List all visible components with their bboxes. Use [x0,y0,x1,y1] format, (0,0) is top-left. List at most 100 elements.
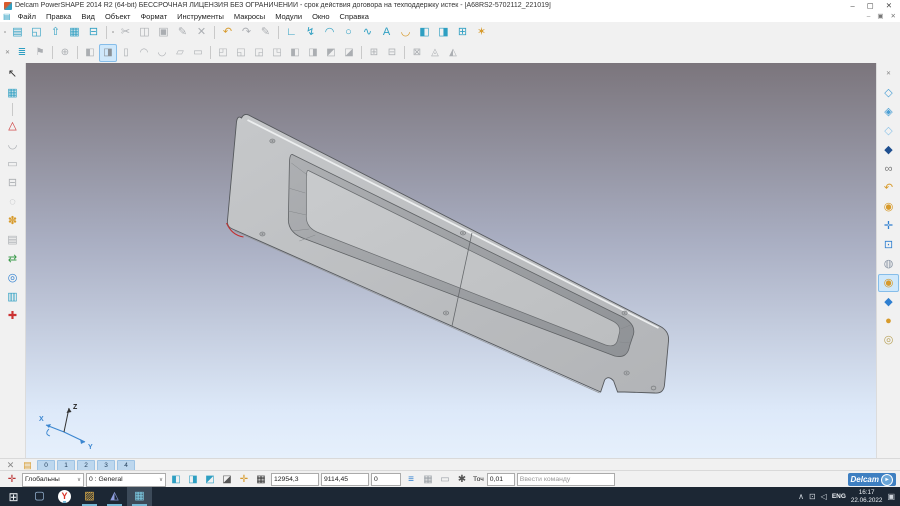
solid-tool-14[interactable]: ◪ [340,44,358,62]
tolerance-field[interactable]: 0,01 [487,473,515,486]
edit-pencil-icon[interactable]: ✎ [256,23,275,41]
calculator-warning-icon[interactable]: △ [2,117,23,135]
clock[interactable]: 16:17 22.06.2022 [851,489,883,505]
z-coordinate-field[interactable]: 0 [371,473,401,486]
solid-tool-16[interactable]: ⊟ [383,44,401,62]
level-add-icon[interactable]: ◨ [185,472,201,488]
volume-icon[interactable]: ◁ [821,493,827,501]
solid-tool-9[interactable]: ◲ [250,44,268,62]
new-model-icon[interactable]: ▤ [8,23,27,41]
iso-view-1-icon[interactable]: ◇ [878,84,899,102]
close-view-toolbar-icon[interactable]: ✕ [878,65,899,83]
find-zoom-icon[interactable]: ◎ [2,269,23,287]
copy-icon[interactable]: ◫ [135,23,154,41]
minimize-button[interactable]: – [850,0,854,11]
pan-view-icon[interactable]: ✛ [878,217,899,235]
mdi-close-button[interactable]: ✕ [891,11,896,22]
solid-tool-6[interactable]: ▭ [189,44,207,62]
level-move-icon[interactable]: ◩ [202,472,218,488]
redo-icon[interactable]: ↷ [237,23,256,41]
menu-object[interactable]: Объект [100,11,136,22]
wireframe-view-icon[interactable]: ◍ [878,255,899,273]
language-indicator[interactable]: ENG [832,493,846,500]
workplane-status-icon[interactable]: ✛ [4,472,20,488]
level-lock-icon[interactable]: ◪ [219,472,235,488]
format-painter-icon[interactable]: ✎ [173,23,192,41]
previous-view-icon[interactable]: ↶ [878,179,899,197]
iso-view-2-icon[interactable]: ◈ [878,103,899,121]
wizard-icon[interactable]: ✶ [472,23,491,41]
zoom-box-icon[interactable]: ⊡ [878,236,899,254]
solid-tool-5[interactable]: ▱ [171,44,189,62]
taskbar-app-2-icon[interactable]: ◭ [102,487,127,506]
blocks-palette-icon[interactable]: ▦ [2,84,23,102]
level-tab-3[interactable]: 3 [97,460,115,471]
line-icon[interactable]: ↯ [301,23,320,41]
level-tab-4[interactable]: 4 [117,460,135,471]
notifications-icon[interactable]: ▣ [887,493,895,501]
solid-tool-11[interactable]: ◧ [286,44,304,62]
file-explorer-icon[interactable]: ▨ [77,487,102,506]
import-icon[interactable]: ⇧ [46,23,65,41]
solid-tool-7[interactable]: ◰ [214,44,232,62]
menu-view[interactable]: Вид [76,11,100,22]
solid-feature-tree-icon[interactable]: ≣ [13,44,31,62]
view-along-axis-icon[interactable]: ∞ [878,160,899,178]
solid-tool-1[interactable]: ◧ [81,44,99,62]
close-button[interactable]: ✕ [886,0,892,11]
selection-wizard-icon[interactable]: ✛ [236,472,252,488]
shaded-transparent-icon[interactable]: ● [878,312,899,330]
menu-help[interactable]: Справка [335,11,374,22]
open-model-icon[interactable]: ◱ [27,23,46,41]
compare-disabled-icon[interactable]: ⊟ [2,174,23,192]
undo-icon[interactable]: ↶ [218,23,237,41]
list-icon[interactable]: ≡ [403,472,419,488]
level-selector[interactable]: 0 : General ∨ [86,473,166,487]
solid-tool-13[interactable]: ◩ [322,44,340,62]
select-cursor-icon[interactable]: ↖ [2,65,23,83]
solid-tool-19[interactable]: ◭ [444,44,462,62]
stack-disabled-icon[interactable]: ▤ [2,231,23,249]
cut-icon[interactable]: ✂ [116,23,135,41]
render-options-icon[interactable]: ◎ [878,331,899,349]
curve-icon[interactable]: ∿ [358,23,377,41]
history-disabled-icon[interactable]: ▭ [2,155,23,173]
level-tab-2[interactable]: 2 [77,460,95,471]
macro-robot-icon[interactable]: ✱ [454,472,470,488]
workplane-selector[interactable]: Глобальны ∨ [22,473,84,487]
surface-icon[interactable]: ◡ [396,23,415,41]
solid-tool-15[interactable]: ⊞ [365,44,383,62]
taskbar-app-icon[interactable]: ▢ [27,487,52,506]
grid-icon[interactable]: ▦ [253,472,269,488]
text-icon[interactable]: A [377,23,396,41]
solid-tool-17[interactable]: ⊠ [408,44,426,62]
menu-edit[interactable]: Правка [41,11,76,22]
solid-tool-3[interactable]: ◠ [135,44,153,62]
solid-tool-10[interactable]: ◳ [268,44,286,62]
solid-tool-12[interactable]: ◨ [304,44,322,62]
solid-select-active-icon[interactable]: ◨ [99,44,117,62]
arc-icon[interactable]: ◠ [320,23,339,41]
iso-view-3-icon[interactable]: ◇ [878,122,899,140]
menu-modules[interactable]: Модули [270,11,307,22]
spray-render-icon[interactable]: ✽ [2,212,23,230]
workplane-icon[interactable]: ∟ [282,23,301,41]
mdi-restore-button[interactable]: ▣ [877,11,883,22]
section-view-icon[interactable]: ◆ [878,293,899,311]
viewport-3d[interactable]: X Y Z [26,63,876,458]
shaded-view-icon[interactable]: ◉ [878,274,899,292]
print-icon[interactable]: ⊟ [84,23,103,41]
menu-tools[interactable]: Инструменты [172,11,229,22]
level-toggle-icon[interactable]: ◧ [168,472,184,488]
yandex-browser-icon[interactable]: Y [58,490,71,503]
level-tab-0[interactable]: 0 [37,460,55,471]
surface-tool-disabled-icon[interactable]: ◡ [2,136,23,154]
y-coordinate-field[interactable]: 9114,45 [321,473,369,486]
level-tab-1[interactable]: 1 [57,460,75,471]
powershape-taskbar-icon[interactable]: ▦ [127,487,152,506]
solid-tool-18[interactable]: ◬ [426,44,444,62]
assembly-icon[interactable]: ⊞ [453,23,472,41]
x-coordinate-field[interactable]: 12954,3 [271,473,319,486]
menu-window[interactable]: Окно [307,11,334,22]
cad-model[interactable] [26,63,876,458]
